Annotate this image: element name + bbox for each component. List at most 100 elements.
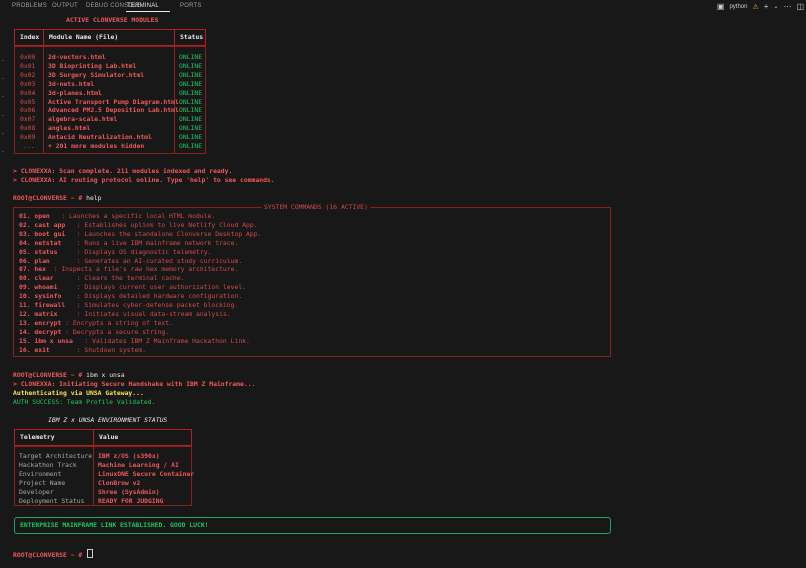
command-item: 04. netstat : Runs a live IBM mainframe … <box>19 239 238 248</box>
terminal-icon: ▣ <box>716 1 725 11</box>
command-item: 01. open : Launches a specific local HTM… <box>19 212 215 221</box>
terminal-cursor[interactable] <box>87 549 94 558</box>
module-index: ... <box>23 142 35 150</box>
table-divider <box>93 446 94 506</box>
terminal-actions: ▣ python ⚠ + ⌄ ⋯ ◫ <box>717 0 806 13</box>
chevron-down-icon[interactable]: ⌄ <box>773 4 778 10</box>
command-item: 02. cast app : Establishes uplink to liv… <box>19 221 258 230</box>
env-title: IBM Z x UNSA ENVIRONMENT STATUS <box>48 416 168 424</box>
command-name: 16. exit <box>19 345 50 354</box>
command-item: 15. ibm x unsa : Validates IBM Z Mainfra… <box>19 337 250 346</box>
env-value: IBM z/OS (s390x) <box>98 452 160 460</box>
command-name: 09. whoami <box>19 283 58 292</box>
command-padding <box>54 274 77 282</box>
module-status: ONLINE <box>179 106 203 115</box>
module-status: ONLINE <box>179 97 203 106</box>
command-description: : Displays current user authorization le… <box>76 283 247 292</box>
command-name: 04. netstat <box>19 238 62 247</box>
module-name: algebra-scale.html <box>48 115 118 124</box>
prompt-line-active[interactable]: ROOT@CLONVERSE ~ # <box>13 549 94 560</box>
prompt-line-help: ROOT@CLONVERSE ~ # help <box>13 194 102 203</box>
commands-title: SYSTEM COMMANDS (16 ACTIVE) <box>262 203 370 212</box>
command-description: : Shutdown system. <box>76 345 146 354</box>
tab-problems[interactable]: PROBLEMS <box>12 3 47 9</box>
terminal-kind-label[interactable]: python <box>729 4 747 10</box>
tab-output[interactable]: OUTPUT <box>52 3 78 9</box>
env-telemetry: Developer <box>19 487 54 496</box>
command-padding <box>65 301 77 309</box>
command-description: : Inspects a file's raw hex memory archi… <box>53 265 239 274</box>
more-actions-icon[interactable]: ⋯ <box>783 2 791 11</box>
command-name: 05. status <box>19 247 58 256</box>
command-padding <box>50 346 77 354</box>
prompt: ROOT@CLONVERSE ~ # <box>13 551 83 559</box>
module-index: 0x09 <box>20 133 36 142</box>
tab-ports[interactable]: PORTS <box>180 3 202 9</box>
command-name: 10. sysinfo <box>19 292 62 301</box>
command-name: 07. hex <box>19 265 46 274</box>
module-index: 0x03 <box>20 79 36 88</box>
module-index: 0x01 <box>20 61 36 70</box>
module-status: ONLINE <box>179 115 203 124</box>
modules-header-name: Module Name (File) <box>43 29 175 46</box>
module-index: 0x04 <box>20 88 36 97</box>
scan-line-1: > CLONEXXA: Scan complete. 211 modules i… <box>13 167 233 175</box>
table-divider <box>43 46 44 154</box>
env-value: READY FOR JUDGING <box>98 496 164 505</box>
auth-success-line: AUTH SUCCESS: Team Profile Validated. <box>13 398 156 406</box>
command-description: : Launches a specific local HTML module. <box>61 212 216 220</box>
command-name: 06. plan <box>19 256 50 265</box>
env-telemetry: Deployment Status <box>19 496 85 505</box>
gutter-marker <box>2 96 4 97</box>
new-terminal-icon[interactable]: + <box>764 2 769 11</box>
module-name: 3d-nets.html <box>48 79 95 88</box>
module-status: ONLINE <box>179 61 203 70</box>
handshake-line: > CLONEXXA: Initiating Secure Handshake … <box>13 380 256 388</box>
command-description: : Simulates cyber-defense packet blockin… <box>76 301 239 309</box>
command-description: : Displays OS diagnostic telemetry. <box>76 247 212 256</box>
command-padding <box>57 310 76 318</box>
command-item: 05. status : Displays OS diagnostic tele… <box>19 248 211 257</box>
gutter-marker <box>2 60 4 61</box>
command-item: 12. matrix : Initiates visual data-strea… <box>19 310 231 319</box>
command-description: : Displays detailed hardware configurati… <box>76 292 243 301</box>
env-header-value: Value <box>93 429 192 446</box>
env-header-telemetry: Telemetry <box>14 429 94 446</box>
command-padding <box>46 265 54 273</box>
command-item: 07. hex : Inspects a file's raw hex memo… <box>19 265 238 274</box>
command-item: 11. firewall : Simulates cyber-defense p… <box>19 301 238 310</box>
module-status: ONLINE <box>179 53 203 61</box>
command-name: 03. boot gui <box>19 229 66 238</box>
maximize-icon[interactable]: ◫ <box>796 2 804 11</box>
env-telemetry: Target Architecture <box>19 452 93 460</box>
env-telemetry: Hackathon Track <box>19 460 77 469</box>
panel-tab-bar: PROBLEMS OUTPUT DEBUG CONSOLE TERMINAL P… <box>0 0 806 13</box>
module-name: 3D Surgery Simulator.html <box>48 70 145 79</box>
env-value: Shree (SysAdmin) <box>98 487 160 496</box>
command-item: 08. clear : Clears the terminal cache. <box>19 274 184 283</box>
module-status: ONLINE <box>179 142 203 150</box>
module-status: ONLINE <box>179 133 203 142</box>
env-telemetry: Environment <box>19 469 62 478</box>
command-padding <box>65 230 77 238</box>
env-telemetry: Project Name <box>19 478 66 487</box>
warning-icon[interactable]: ⚠ <box>752 3 758 11</box>
command-name: 08. clear <box>19 274 54 283</box>
tab-terminal[interactable]: TERMINAL <box>127 3 159 9</box>
command-name: 12. matrix <box>19 309 58 318</box>
prompt-line-ibm: ROOT@CLONVERSE ~ # ibm x unsa <box>13 371 125 380</box>
command-item: 16. exit : Shutdown system. <box>19 346 146 355</box>
command-description: : Decrypts a secure string. <box>65 327 170 336</box>
module-index: 0x08 <box>20 124 36 133</box>
modules-title: ACTIVE CLONVERSE MODULES <box>66 16 159 24</box>
module-status: ONLINE <box>179 88 203 97</box>
command-padding <box>50 212 62 220</box>
command-description: : Validates IBM Z Mainframe Hackathon Li… <box>84 336 250 345</box>
module-name: + 201 more modules hidden <box>48 142 145 150</box>
module-name: 3D Bioprinting Lab.html <box>48 61 137 70</box>
module-name: angles.html <box>48 124 91 133</box>
scan-line-2: > CLONEXXA: AI routing protocol online. … <box>13 176 275 184</box>
typed-command: ibm x unsa <box>86 371 125 379</box>
prompt: ROOT@CLONVERSE ~ # <box>13 194 83 202</box>
command-name: 02. cast app <box>19 220 66 229</box>
